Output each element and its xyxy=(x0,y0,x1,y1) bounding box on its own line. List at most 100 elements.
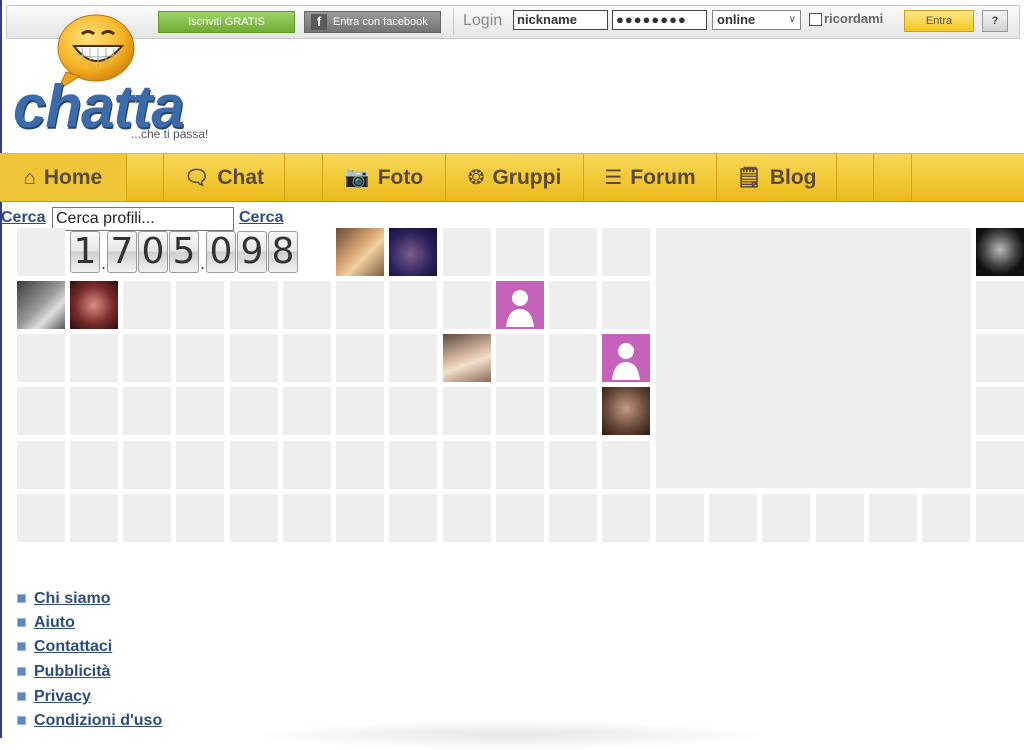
help-button[interactable]: ? xyxy=(982,10,1008,32)
footer-link-label[interactable]: Pubblicità xyxy=(34,663,110,680)
nav-home[interactable]: ⌂ Home xyxy=(0,154,127,201)
empty-photo-slot xyxy=(176,334,224,382)
empty-photo-slot xyxy=(123,494,171,542)
empty-photo-slot xyxy=(496,334,544,382)
nav-forum-label: Forum xyxy=(630,166,696,189)
profile-photo[interactable] xyxy=(389,228,437,276)
empty-photo-slot xyxy=(70,387,118,435)
footer-link-about[interactable]: Chi siamo xyxy=(17,590,110,612)
profile-photo[interactable] xyxy=(976,228,1024,276)
nickname-input[interactable]: nickname xyxy=(513,10,608,30)
empty-photo-slot xyxy=(976,387,1024,435)
chevron-down-icon: ∨ xyxy=(788,14,796,25)
footer-link-privacy[interactable]: Privacy xyxy=(17,688,91,710)
empty-photo-slot xyxy=(336,334,384,382)
empty-photo-slot xyxy=(70,334,118,382)
nav-chat[interactable]: 🗨 Chat xyxy=(164,154,285,201)
empty-photo-slot xyxy=(283,334,331,382)
facebook-login-button[interactable]: f Entra con facebook xyxy=(304,11,441,33)
empty-photo-slot xyxy=(389,281,437,329)
password-input[interactable]: ●●●●●●●● xyxy=(612,10,707,30)
enter-button[interactable]: Entra xyxy=(904,10,974,32)
empty-photo-slot xyxy=(230,387,278,435)
empty-photo-slot xyxy=(283,281,331,329)
status-select-value: online xyxy=(717,12,756,27)
empty-photo-slot xyxy=(230,441,278,489)
nav-groups[interactable]: ❂ Gruppi xyxy=(446,154,584,201)
empty-photo-slot xyxy=(389,387,437,435)
counter-digit: 0 xyxy=(206,231,236,273)
empty-photo-slot xyxy=(549,494,597,542)
empty-photo-slot xyxy=(443,281,491,329)
groups-icon: ❂ xyxy=(467,167,485,189)
counter-digit: 0 xyxy=(138,231,168,273)
empty-photo-slot xyxy=(336,494,384,542)
profile-photo[interactable] xyxy=(70,281,118,329)
empty-photo-slot xyxy=(656,494,704,542)
empty-photo-slot xyxy=(602,494,650,542)
decorative-shadow xyxy=(250,720,770,750)
profile-photo-placeholder[interactable] xyxy=(496,281,544,329)
empty-photo-slot xyxy=(283,441,331,489)
empty-photo-slot xyxy=(443,387,491,435)
nav-photo[interactable]: 📷 Foto xyxy=(323,154,446,201)
nav-blog[interactable]: 🗒 Blog xyxy=(717,154,837,201)
empty-photo-slot xyxy=(17,334,65,382)
profile-photo[interactable] xyxy=(336,228,384,276)
empty-photo-slot xyxy=(17,228,65,276)
profile-photo[interactable] xyxy=(17,281,65,329)
footer-link-label[interactable]: Aiuto xyxy=(34,614,75,631)
empty-photo-slot xyxy=(230,494,278,542)
nav-forum[interactable]: ☰ Forum xyxy=(584,154,717,201)
profile-photo[interactable] xyxy=(443,334,491,382)
footer-link-label[interactable]: Contattaci xyxy=(34,638,112,655)
search-button[interactable]: Cerca xyxy=(239,209,283,227)
empty-photo-slot xyxy=(496,441,544,489)
empty-photo-slot xyxy=(389,334,437,382)
remember-checkbox[interactable] xyxy=(809,13,822,26)
status-select[interactable]: online ∨ xyxy=(712,10,801,30)
empty-photo-slot xyxy=(336,281,384,329)
footer-link-label[interactable]: Chi siamo xyxy=(34,590,110,607)
empty-photo-slot xyxy=(70,441,118,489)
empty-photo-slot xyxy=(443,441,491,489)
empty-photo-slot xyxy=(336,441,384,489)
home-icon: ⌂ xyxy=(23,167,36,189)
empty-photo-slot xyxy=(922,494,970,542)
empty-photo-slot xyxy=(709,494,757,542)
member-counter: 1.705.098 xyxy=(70,228,299,276)
site-logo[interactable]: chatta ...che ti passa! xyxy=(10,12,230,152)
empty-photo-slot xyxy=(70,494,118,542)
main-nav: ⌂ Home 🗨 Chat 📷 Foto ❂ Gruppi ☰ Forum 🗒 Blog xyxy=(0,153,1024,202)
profile-photo-placeholder[interactable] xyxy=(602,334,650,382)
footer-link-terms[interactable]: Condizioni d'uso xyxy=(17,712,162,734)
nav-spacer xyxy=(837,154,874,201)
footer-link-label[interactable]: Condizioni d'uso xyxy=(34,712,162,729)
empty-photo-slot xyxy=(443,228,491,276)
counter-digit: 5 xyxy=(169,231,199,273)
camera-icon: 📷 xyxy=(344,167,370,189)
nav-photo-label: Foto xyxy=(377,166,424,189)
remember-label: ricordami xyxy=(824,11,884,26)
profile-photo[interactable] xyxy=(602,387,650,435)
counter-digit: 9 xyxy=(237,231,267,273)
search-label[interactable]: Cerca xyxy=(1,209,45,227)
footer-link-contact[interactable]: Contattaci xyxy=(17,638,112,660)
footer-link-help[interactable]: Aiuto xyxy=(17,614,75,636)
empty-photo-slot xyxy=(549,228,597,276)
counter-digit: 7 xyxy=(107,231,137,273)
empty-photo-slot xyxy=(976,334,1024,382)
page-left-border xyxy=(0,0,2,738)
empty-photo-slot xyxy=(602,228,650,276)
empty-photo-slot xyxy=(336,387,384,435)
nav-spacer xyxy=(127,154,164,201)
empty-photo-slot xyxy=(283,494,331,542)
bullet-icon xyxy=(17,642,26,652)
footer-link-advertising[interactable]: Pubblicità xyxy=(17,663,110,685)
nav-groups-label: Gruppi xyxy=(492,166,562,189)
footer-link-label[interactable]: Privacy xyxy=(34,688,91,705)
bullet-icon xyxy=(17,692,26,702)
counter-digit: 1 xyxy=(70,231,100,273)
bullet-icon xyxy=(17,594,26,604)
empty-photo-slot xyxy=(123,334,171,382)
